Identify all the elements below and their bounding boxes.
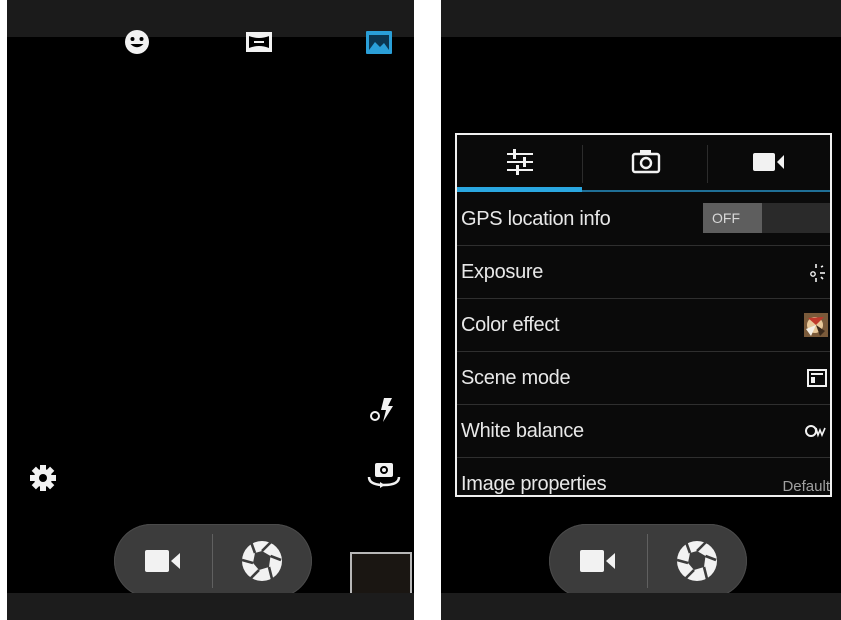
- toggle-state: OFF: [703, 203, 762, 233]
- color-effect-icon: [804, 313, 828, 337]
- tab-video-settings[interactable]: [708, 135, 830, 191]
- settings-popup: GPS location info OFF Exposure Color eff…: [455, 133, 832, 497]
- setting-label: Exposure: [461, 261, 544, 283]
- sliders-icon: [507, 149, 533, 175]
- photo-icon[interactable]: [363, 26, 395, 58]
- status-bar: [441, 0, 841, 37]
- setting-row-color-effect[interactable]: Color effect: [457, 299, 830, 352]
- gps-toggle[interactable]: OFF: [703, 203, 830, 233]
- white-balance-auto-icon: [805, 425, 826, 438]
- scene-mode-icon: [807, 369, 827, 387]
- video-camera-icon: [145, 550, 180, 572]
- shutter-bar: [549, 524, 747, 598]
- switch-camera-icon[interactable]: [366, 459, 402, 491]
- photo-shutter-button[interactable]: [648, 524, 746, 598]
- navigation-bar: [7, 593, 414, 620]
- setting-row-scene-mode[interactable]: Scene mode: [457, 352, 830, 405]
- setting-label: Image properties: [461, 473, 607, 495]
- camera-settings-screen: GPS location info OFF Exposure Color eff…: [441, 0, 841, 620]
- video-camera-icon: [753, 153, 784, 171]
- face-icon[interactable]: [121, 26, 153, 58]
- panorama-icon[interactable]: [243, 26, 275, 58]
- navigation-bar: [441, 593, 841, 620]
- setting-value: Default: [782, 478, 830, 495]
- camera-icon: [631, 150, 661, 174]
- video-record-button[interactable]: [549, 524, 647, 598]
- camera-viewfinder-screen: [7, 0, 414, 620]
- exposure-icon: [810, 264, 825, 282]
- setting-label: White balance: [461, 420, 584, 442]
- setting-label: GPS location info: [461, 208, 611, 230]
- status-bar: [7, 0, 414, 37]
- video-camera-icon: [580, 550, 615, 572]
- aperture-icon: [241, 541, 282, 581]
- setting-row-image-properties[interactable]: Image properties Default: [457, 458, 830, 495]
- video-record-button[interactable]: [114, 524, 212, 598]
- setting-row-exposure[interactable]: Exposure: [457, 246, 830, 299]
- aperture-icon: [676, 541, 717, 581]
- settings-tabs: [457, 135, 830, 193]
- setting-label: Color effect: [461, 314, 560, 336]
- shutter-bar: [114, 524, 312, 598]
- flash-auto-icon[interactable]: [367, 395, 399, 425]
- settings-gear-icon[interactable]: [27, 462, 59, 494]
- tab-general-settings[interactable]: [457, 135, 582, 191]
- setting-row-white-balance[interactable]: White balance: [457, 405, 830, 458]
- setting-row-gps[interactable]: GPS location info OFF: [457, 193, 830, 246]
- photo-shutter-button[interactable]: [213, 524, 311, 598]
- active-tab-indicator: [457, 187, 582, 192]
- setting-label: Scene mode: [461, 367, 571, 389]
- tab-camera-settings[interactable]: [583, 135, 707, 191]
